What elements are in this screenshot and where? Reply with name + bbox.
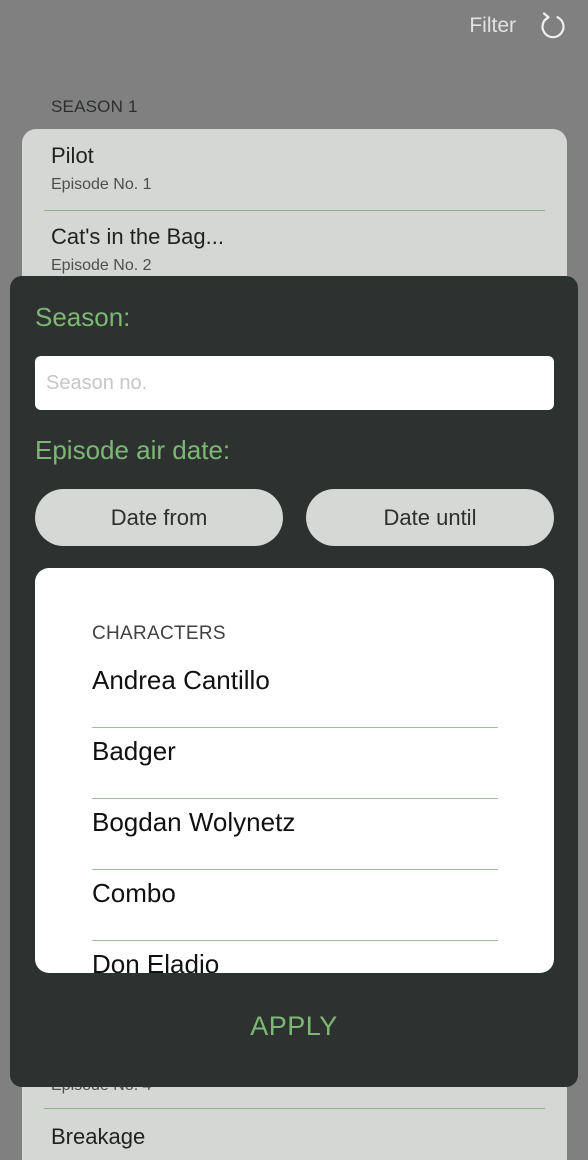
date-from-button[interactable]: Date from: [35, 489, 283, 546]
filter-panel: Season: Episode air date: Date from Date…: [10, 276, 578, 1087]
character-name: Badger: [92, 736, 176, 766]
character-option[interactable]: Bogdan Wolynetz: [92, 799, 498, 870]
episode-number: Episode No. 2: [51, 257, 152, 274]
episode-title: Pilot: [51, 143, 94, 168]
character-option[interactable]: Andrea Cantillo: [92, 657, 498, 728]
characters-picker[interactable]: CHARACTERS Andrea Cantillo Badger Bogdan…: [35, 568, 554, 973]
character-name: Don Eladio: [92, 949, 220, 973]
episode-title: Cat's in the Bag...: [51, 224, 224, 249]
season-number-input[interactable]: [35, 356, 554, 410]
characters-header: CHARACTERS: [92, 623, 226, 644]
episode-row[interactable]: Breakage: [51, 1109, 545, 1160]
episode-title: Breakage: [51, 1124, 146, 1149]
reset-icon[interactable]: [538, 11, 568, 41]
character-name: Andrea Cantillo: [92, 665, 270, 695]
apply-button[interactable]: APPLY: [10, 1011, 578, 1042]
character-name: Combo: [92, 878, 176, 908]
character-option[interactable]: Badger: [92, 728, 498, 799]
episode-number: Episode No. 1: [51, 176, 152, 193]
season-label: Season:: [35, 302, 131, 332]
character-option[interactable]: Combo: [92, 870, 498, 941]
episode-row[interactable]: Pilot Episode No. 1: [51, 129, 545, 210]
episode-air-date-label: Episode air date:: [35, 435, 231, 465]
date-until-button[interactable]: Date until: [306, 489, 554, 546]
character-name: Bogdan Wolynetz: [92, 807, 296, 837]
filter-button[interactable]: Filter: [469, 12, 516, 40]
character-option[interactable]: Don Eladio: [92, 941, 498, 973]
season-header: SEASON 1: [51, 97, 138, 116]
